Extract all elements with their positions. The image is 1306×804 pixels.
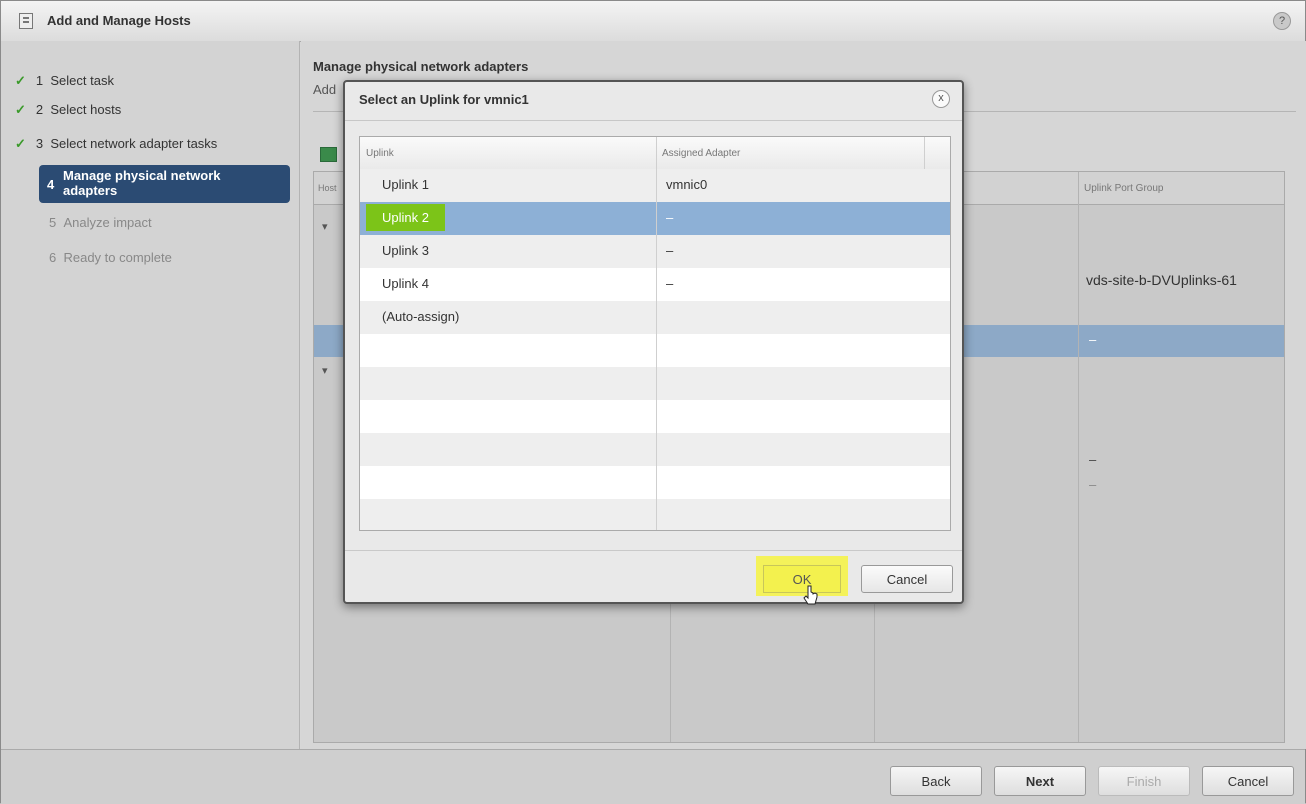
- step-ready-to-complete: 6 Ready to complete: [15, 250, 172, 265]
- table-row-uplink-3[interactable]: Uplink 3 –: [360, 235, 950, 268]
- finish-button: Finish: [1098, 766, 1190, 796]
- step-label: Select network adapter tasks: [50, 136, 218, 151]
- step-select-hosts[interactable]: ✓ 2 Select hosts: [15, 102, 121, 118]
- uplink-cell: Uplink 4: [382, 276, 429, 291]
- table-cell: –: [1089, 477, 1097, 492]
- checkmark-icon: ✓: [15, 73, 26, 88]
- table-row-empty: [360, 433, 950, 466]
- wizard-footer: Back Next Finish Cancel: [1, 749, 1305, 804]
- dialog-cancel-button[interactable]: Cancel: [861, 565, 953, 593]
- step-number: 6: [49, 250, 57, 265]
- step-manage-physical-network-adapters[interactable]: 4 Manage physical network adapters: [39, 165, 290, 203]
- checkmark-icon: ✓: [15, 136, 26, 151]
- table-row-uplink-1[interactable]: Uplink 1 vmnic0: [360, 169, 950, 202]
- divider: [345, 120, 962, 121]
- uplink-cell: (Auto-assign): [382, 309, 460, 324]
- expand-arrow-icon[interactable]: ▾: [322, 220, 328, 233]
- adapter-cell: vmnic0: [666, 177, 708, 192]
- step-label: Analyze impact: [63, 215, 152, 230]
- step-number: 3: [35, 136, 44, 151]
- dialog-title: Select an Uplink for vmnic1: [359, 92, 529, 107]
- checkmark-icon: ✓: [15, 102, 26, 117]
- step-select-task[interactable]: ✓ 1 Select task: [15, 73, 114, 89]
- window-titlebar: Add and Manage Hosts ?: [1, 1, 1305, 42]
- table-row-uplink-2[interactable]: Uplink 2 –: [360, 202, 950, 235]
- select-uplink-dialog: Select an Uplink for vmnic1 x Uplink Ass…: [343, 80, 964, 604]
- wizard-icon: [19, 13, 33, 29]
- uplink-cell: Uplink 3: [382, 243, 429, 258]
- table-cell: –: [1089, 332, 1097, 347]
- uplink-grid: Uplink Assigned Adapter Uplink 1 vmnic0 …: [359, 136, 951, 531]
- cancel-button[interactable]: Cancel: [1202, 766, 1294, 796]
- column-divider: [656, 137, 657, 530]
- help-icon[interactable]: ?: [1273, 12, 1291, 30]
- table-row-empty: [360, 466, 950, 499]
- uplink-cell: Uplink 2: [366, 204, 445, 231]
- adapter-cell: –: [666, 210, 674, 225]
- step-label: Select task: [50, 73, 114, 88]
- column-header-host[interactable]: Host: [318, 183, 337, 193]
- step-number: 4: [47, 177, 55, 192]
- next-button[interactable]: Next: [994, 766, 1086, 796]
- window-title: Add and Manage Hosts: [47, 13, 191, 28]
- step-label: Select hosts: [50, 102, 122, 117]
- mouse-pointer-icon: [803, 585, 818, 605]
- step-number: 1: [35, 73, 44, 88]
- adapter-cell: –: [666, 243, 674, 258]
- grid-header: Uplink Assigned Adapter: [360, 137, 950, 170]
- table-row-empty: [360, 334, 950, 367]
- port-group-cell: vds-site-b-DVUplinks-61: [1086, 272, 1237, 288]
- step-select-network-adapter-tasks[interactable]: ✓ 3 Select network adapter tasks: [15, 136, 217, 152]
- ok-button[interactable]: OK: [763, 565, 841, 593]
- column-header-assigned-adapter[interactable]: Assigned Adapter: [662, 148, 740, 159]
- table-cell: –: [1089, 452, 1097, 467]
- back-button[interactable]: Back: [890, 766, 982, 796]
- page-title: Manage physical network adapters: [313, 59, 529, 74]
- step-number: 5: [49, 215, 57, 230]
- step-analyze-impact: 5 Analyze impact: [15, 215, 152, 230]
- column-divider: [1078, 172, 1079, 742]
- step-label: Ready to complete: [63, 250, 172, 265]
- table-row-empty: [360, 400, 950, 433]
- step-number: 2: [35, 102, 44, 117]
- table-row-uplink-4[interactable]: Uplink 4 –: [360, 268, 950, 301]
- column-header-uplink-port-group[interactable]: Uplink Port Group: [1084, 183, 1163, 194]
- expand-arrow-icon[interactable]: ▾: [322, 364, 328, 377]
- page-subtitle: Add: [313, 82, 337, 97]
- assign-uplink-icon[interactable]: [320, 147, 337, 162]
- table-row-empty: [360, 499, 950, 530]
- uplink-cell: Uplink 1: [382, 177, 429, 192]
- divider: [345, 550, 962, 551]
- step-label: Manage physical network adapters: [63, 168, 221, 198]
- table-row-empty: [360, 367, 950, 400]
- wizard-steps: ✓ 1 Select task ✓ 2 Select hosts ✓ 3 Select…: [1, 41, 300, 749]
- close-icon[interactable]: x: [932, 90, 950, 108]
- column-header-uplink[interactable]: Uplink: [366, 148, 394, 159]
- column-divider: [924, 137, 925, 169]
- table-row-auto-assign[interactable]: (Auto-assign): [360, 301, 950, 334]
- adapter-cell: –: [666, 276, 674, 291]
